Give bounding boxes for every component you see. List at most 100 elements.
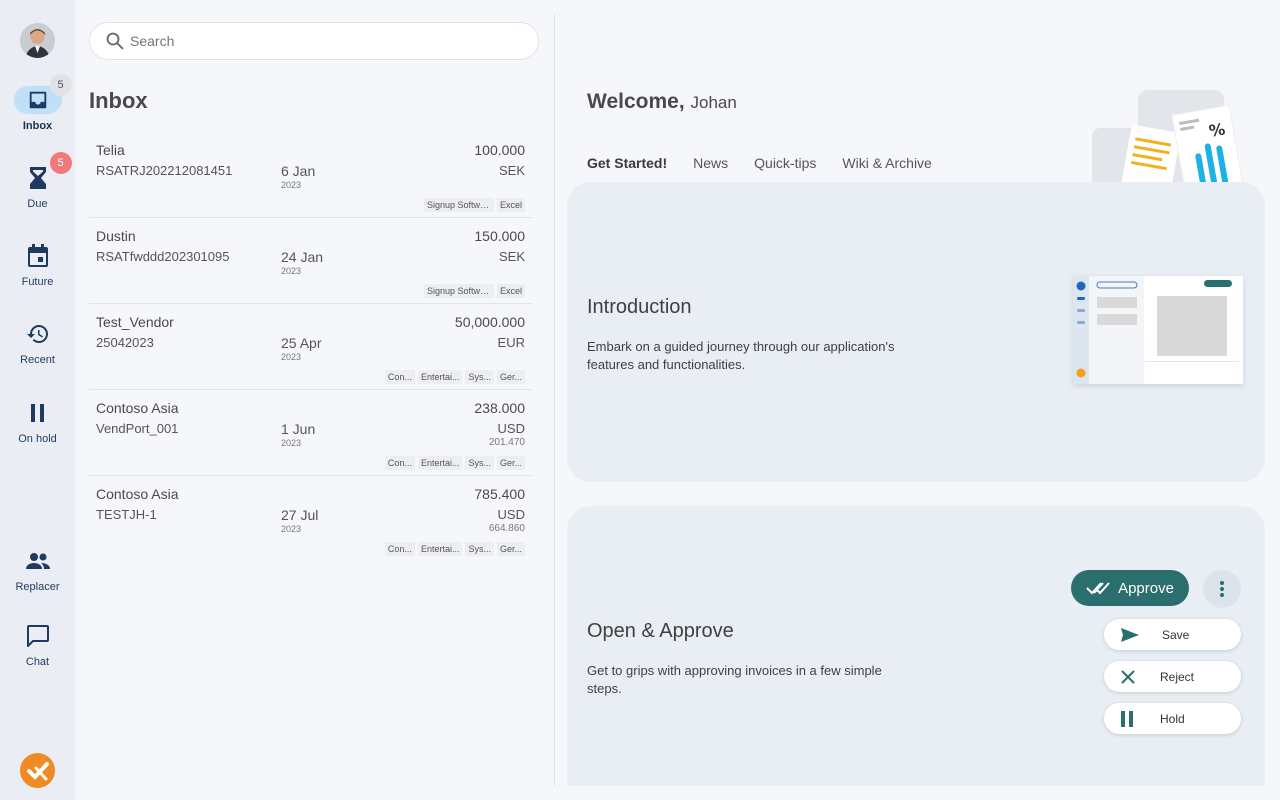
invoice-year: 2023 [281,438,302,448]
replacer-icon-wrap [14,547,62,575]
sidebar-item-inbox[interactable]: 5 Inbox [0,74,75,132]
pause-icon [30,404,44,422]
hold-button[interactable]: Hold [1104,703,1241,734]
invoice-date: 25 Apr [281,335,322,351]
sidebar-item-due[interactable]: 5 Due [0,152,75,210]
vendor-name: Contoso Asia [96,486,179,502]
sidebar-item-label: Chat [25,656,50,668]
tag: Entertai... [417,542,463,556]
tab-get-started[interactable]: Get Started! [587,155,667,171]
tab-quick-tips[interactable]: Quick-tips [754,155,816,171]
invoice-currency: SEK [498,249,525,264]
table-row[interactable]: Telia RSATRJ202212081451 6 Jan 2023 100.… [89,132,532,218]
search-input[interactable]: Search [89,22,539,60]
tag-list: Signup Software AB Excel [423,198,525,212]
sidebar-item-chat[interactable]: Chat [0,622,75,668]
invoice-amount: 785.400 [474,486,525,502]
invoice-currency: SEK [498,163,525,178]
inbox-count-badge: 5 [49,74,72,96]
more-options-button[interactable] [1203,570,1241,608]
card-title: Introduction [587,296,692,318]
invoice-currency: EUR [497,335,525,350]
page-title: Inbox [89,88,148,113]
future-icon-wrap [14,242,62,270]
hourglass-icon [29,167,46,189]
invoice-ref: RSATfwddd202301095 [96,249,230,264]
due-count-badge: 5 [49,152,72,174]
recent-icon-wrap [14,320,62,348]
tag: Ger... [496,370,525,384]
approve-button[interactable]: Approve [1071,570,1189,606]
card-description: Get to grips with approving invoices in … [587,663,882,696]
user-avatar[interactable] [20,23,55,58]
app-preview-icon [1073,276,1243,384]
invoice-year: 2023 [281,352,302,362]
people-icon [25,553,50,569]
invoice-year: 2023 [281,266,302,276]
app-logo [20,753,55,788]
vendor-name: Telia [96,142,125,158]
header-illustration: % [1090,88,1250,182]
vendor-name: Contoso Asia [96,400,179,416]
sidebar-item-label: Due [27,198,48,210]
open-approve-card[interactable]: Open & Approve Get to grips with approvi… [567,506,1265,786]
tag-list: Con... Entertai... Sys... Ger... [384,542,525,556]
table-row[interactable]: Contoso Asia VendPort_001 1 Jun 2023 238… [89,390,532,476]
sidebar-item-label: Replacer [15,581,60,593]
invoice-amount: 150.000 [474,228,525,244]
invoice-ref: VendPort_001 [96,421,179,436]
app-preview-illustration [1073,276,1243,384]
tag: Excel [496,198,525,212]
tag: Entertai... [417,370,463,384]
invoice-year: 2023 [281,180,302,190]
user-name: Johan [690,93,737,112]
close-icon [1121,669,1135,684]
pause-icon [1121,710,1133,727]
invoice-date: 24 Jan [281,249,324,265]
due-icon-wrap: 5 [14,152,72,192]
sidebar-item-on-hold[interactable]: On hold [0,399,75,445]
panel-divider [554,14,555,786]
tag: Sys... [465,456,494,470]
more-vertical-icon [1220,581,1224,597]
invoice-date: 6 Jan [281,163,316,179]
save-label: Save [1162,627,1190,642]
table-row[interactable]: Test_Vendor 25042023 25 Apr 2023 50,000.… [89,304,532,390]
invoice-ref: TESTJH-1 [96,507,157,522]
tab-news[interactable]: News [693,155,728,171]
invoice-ref: RSATRJ202212081451 [96,163,233,178]
invoice-amount: 100.000 [474,142,525,158]
welcome-text: Welcome, [587,90,685,113]
tag: Signup Software AB [423,284,494,298]
vendor-name: Dustin [96,228,136,244]
tag: Signup Software AB [423,198,494,212]
logo-icon [26,761,49,780]
inbox-icon-wrap: 5 [13,74,72,114]
table-row[interactable]: Contoso Asia TESTJH-1 27 Jul 2023 785.40… [89,476,532,562]
tag: Con... [384,370,415,384]
tag: Sys... [465,542,494,556]
chat-icon-wrap [14,622,62,650]
hold-label: Hold [1160,711,1185,726]
search-icon [106,32,124,50]
documents-illustration-icon: % [1092,90,1244,182]
sidebar-item-recent[interactable]: Recent [0,320,75,366]
invoice-date: 27 Jul [281,507,319,523]
reject-button[interactable]: Reject [1104,661,1241,692]
double-check-icon [1086,582,1110,595]
invoice-currency: USD [497,421,525,436]
tab-wiki-archive[interactable]: Wiki & Archive [842,155,931,171]
introduction-card[interactable]: Introduction Embark on a guided journey … [567,182,1265,482]
converted-amount: 201.470 [488,437,525,448]
card-title: Open & Approve [587,620,734,642]
sidebar-item-future[interactable]: Future [0,242,75,288]
tag-list: Signup Software AB Excel [423,284,525,298]
table-row[interactable]: Dustin RSATfwddd202301095 24 Jan 2023 15… [89,218,532,304]
sidebar-item-replacer[interactable]: Replacer [0,547,75,593]
invoice-year: 2023 [281,524,302,534]
welcome-heading: Welcome, Johan [587,90,737,114]
on-hold-icon-wrap [14,399,62,427]
tag: Entertai... [417,456,463,470]
save-button[interactable]: Save [1104,619,1241,650]
tag: Excel [496,284,525,298]
